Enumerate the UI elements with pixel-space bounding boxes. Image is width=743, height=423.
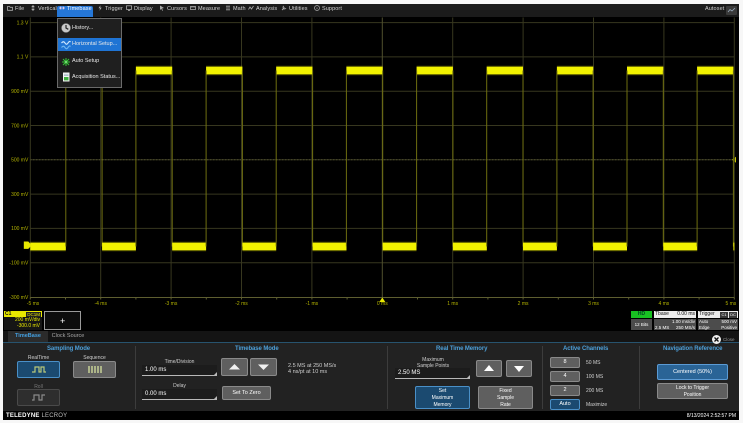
svg-text:-3 ms: -3 ms bbox=[165, 301, 178, 307]
svg-text:-300 mV: -300 mV bbox=[9, 295, 29, 301]
svg-text:-4 ms: -4 ms bbox=[94, 301, 107, 307]
svg-text:900 mV: 900 mV bbox=[11, 89, 29, 95]
svg-text:1.3 V: 1.3 V bbox=[17, 20, 29, 26]
svg-text:1 ms: 1 ms bbox=[447, 301, 458, 307]
svg-text:-5 ms: -5 ms bbox=[27, 301, 40, 307]
svg-text:-2 ms: -2 ms bbox=[235, 301, 248, 307]
svg-text:4 ms: 4 ms bbox=[658, 301, 669, 307]
svg-text:2 ms: 2 ms bbox=[518, 301, 529, 307]
svg-text:700 mV: 700 mV bbox=[11, 123, 29, 129]
svg-text:500 mV: 500 mV bbox=[11, 158, 29, 164]
svg-text:300 mV: 300 mV bbox=[11, 192, 29, 198]
svg-text:5 ms: 5 ms bbox=[725, 301, 736, 307]
svg-text:-100 mV: -100 mV bbox=[9, 261, 29, 267]
svg-text:-1 ms: -1 ms bbox=[306, 301, 319, 307]
svg-text:3 ms: 3 ms bbox=[588, 301, 599, 307]
svg-text:100 mV: 100 mV bbox=[11, 226, 29, 232]
svg-text:1.1 V: 1.1 V bbox=[17, 55, 29, 61]
